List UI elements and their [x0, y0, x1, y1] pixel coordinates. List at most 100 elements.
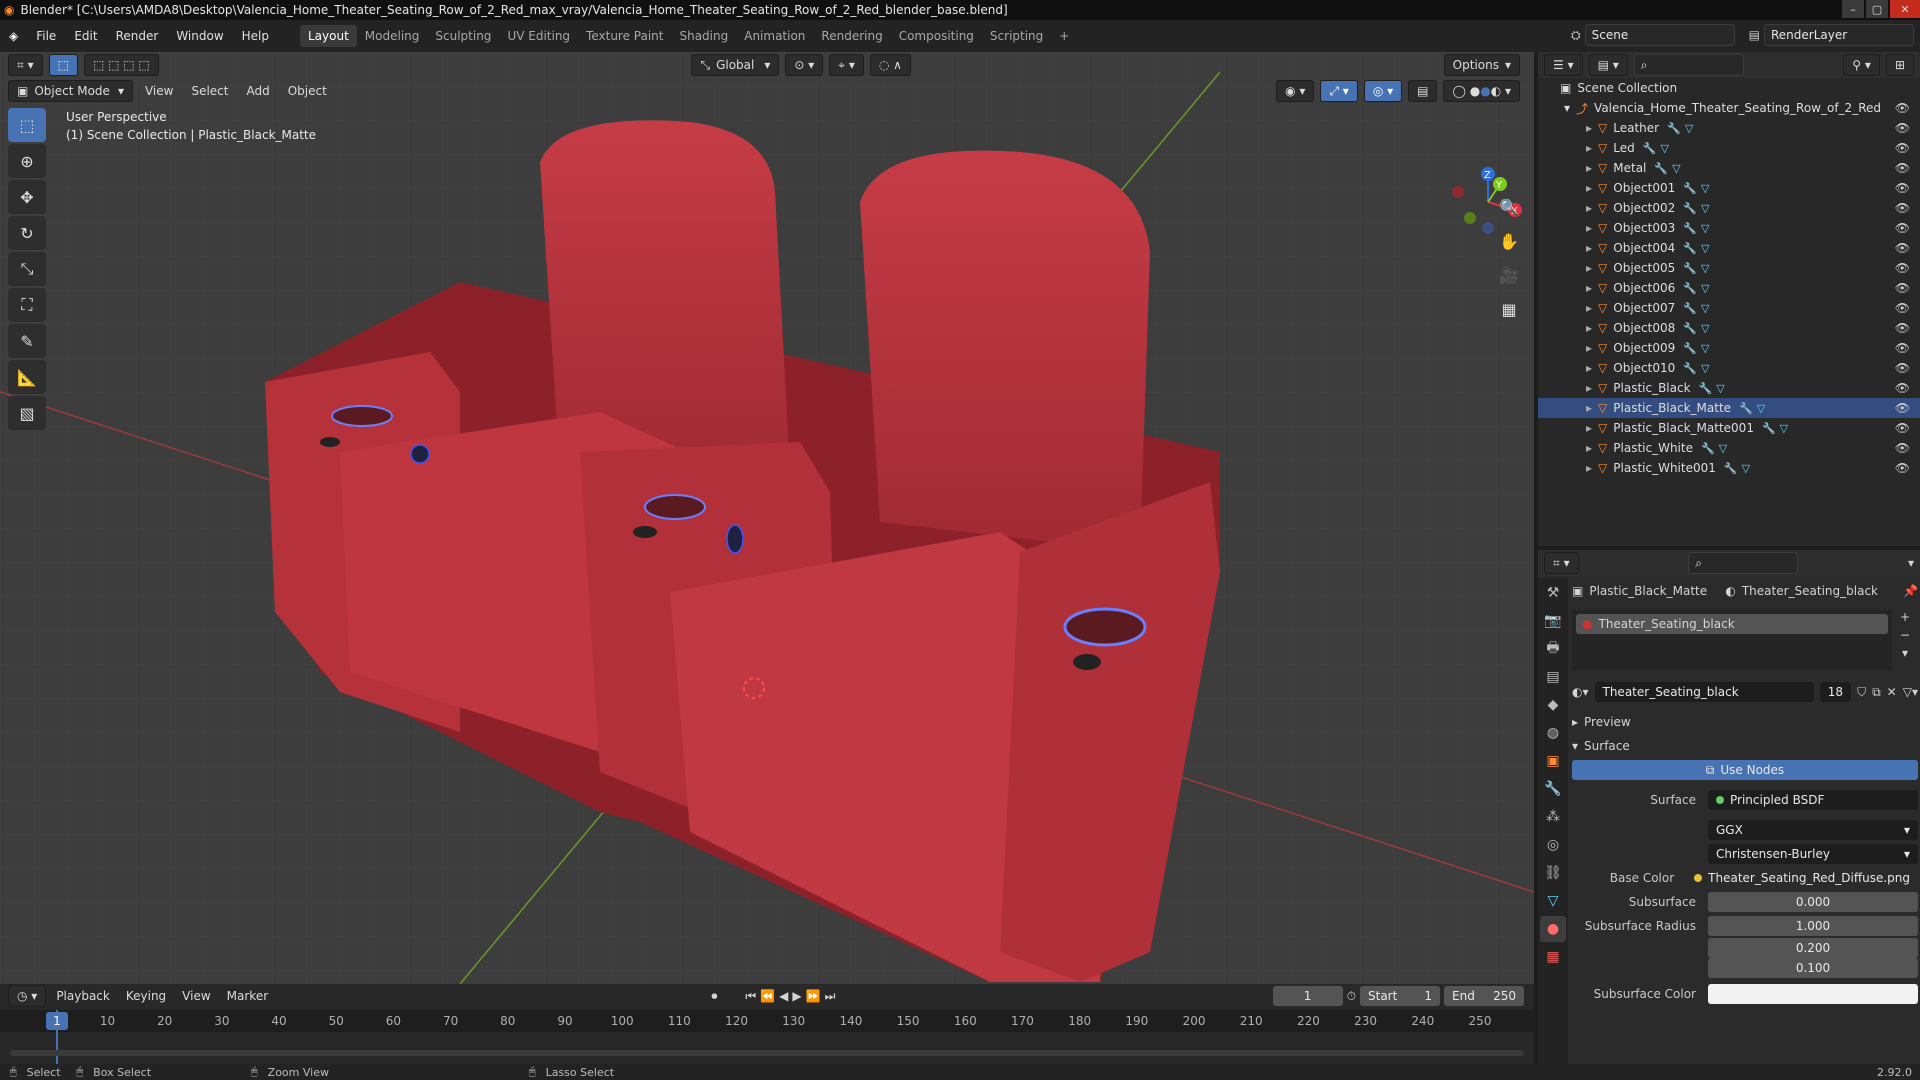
- texture-tab-icon[interactable]: ▦: [1540, 944, 1566, 970]
- visibility-eye-icon[interactable]: 👁: [1895, 301, 1910, 315]
- select-box-tool[interactable]: ⬚: [8, 108, 46, 142]
- render-layer-field[interactable]: RenderLayer: [1764, 24, 1914, 46]
- properties-search[interactable]: ⌕: [1688, 552, 1799, 574]
- minimize-button[interactable]: –: [1842, 0, 1864, 18]
- tab-scripting[interactable]: Scripting: [982, 25, 1051, 47]
- orientation-dropdown[interactable]: ⤡ Global ▾: [691, 54, 780, 76]
- menu-edit[interactable]: Edit: [65, 29, 106, 43]
- mesh-data-icon[interactable]: ▽: [1672, 162, 1680, 175]
- outliner-item[interactable]: ▸ ▽ Plastic_White001 🔧 ▽ 👁: [1538, 458, 1920, 478]
- scene-tab-icon[interactable]: ◆: [1540, 692, 1566, 718]
- mesh-data-icon[interactable]: ▽: [1701, 262, 1709, 275]
- mesh-data-icon[interactable]: ▽: [1701, 342, 1709, 355]
- expand-arrow-icon[interactable]: ▸: [1586, 361, 1592, 375]
- modifier-wrench-icon[interactable]: 🔧: [1643, 142, 1657, 155]
- timeline-ruler[interactable]: 10 20 30 40 50 60 70 80 90 100 110 120 130 140 150 160 1…: [0, 1010, 1534, 1032]
- maximize-button[interactable]: ▢: [1866, 0, 1888, 18]
- expand-arrow-icon[interactable]: ▸: [1586, 141, 1592, 155]
- expand-arrow-icon[interactable]: ▸: [1586, 261, 1592, 275]
- tab-texture-paint[interactable]: Texture Paint: [578, 25, 671, 47]
- mesh-data-icon[interactable]: ▽: [1685, 122, 1693, 135]
- object-tab-icon[interactable]: ▣: [1540, 748, 1566, 774]
- tab-uv-editing[interactable]: UV Editing: [499, 25, 578, 47]
- modifier-wrench-icon[interactable]: 🔧: [1683, 362, 1697, 375]
- modifier-wrench-icon[interactable]: 🔧: [1683, 242, 1697, 255]
- jump-end-icon[interactable]: ⏭: [825, 989, 836, 1004]
- subsurface-method-dropdown[interactable]: Christensen-Burley ▾: [1708, 844, 1918, 864]
- outliner-item[interactable]: ▸ ▽ Object005 🔧 ▽ 👁: [1538, 258, 1920, 278]
- outliner-search[interactable]: ⌕: [1633, 54, 1744, 76]
- pin-icon[interactable]: 📌: [1903, 584, 1918, 598]
- xray-toggle[interactable]: ▤: [1408, 80, 1438, 102]
- material-slot-item[interactable]: ● Theater_Seating_black: [1576, 614, 1888, 634]
- camera-icon[interactable]: 🎥: [1494, 260, 1524, 290]
- mesh-data-icon[interactable]: ▽: [1719, 442, 1727, 455]
- use-nodes-button[interactable]: ⧉ Use Nodes: [1572, 760, 1918, 780]
- expand-arrow-icon[interactable]: ▸: [1586, 381, 1592, 395]
- mesh-data-icon[interactable]: ▽: [1780, 422, 1788, 435]
- ortho-grid-icon[interactable]: ▦: [1494, 294, 1524, 324]
- modifier-tab-icon[interactable]: 🔧: [1540, 776, 1566, 802]
- unlink-icon[interactable]: ✕: [1887, 685, 1897, 699]
- tab-sculpting[interactable]: Sculpting: [427, 25, 499, 47]
- expand-arrow-icon[interactable]: ▸: [1586, 441, 1592, 455]
- expand-arrow-icon[interactable]: ▸: [1586, 461, 1592, 475]
- play-reverse-icon[interactable]: ◀: [779, 989, 788, 1003]
- expand-arrow-icon[interactable]: ▸: [1586, 161, 1592, 175]
- expand-arrow-icon[interactable]: ▸: [1586, 181, 1592, 195]
- slot-menu-button[interactable]: ▾: [1902, 646, 1908, 660]
- modifier-wrench-icon[interactable]: 🔧: [1683, 262, 1697, 275]
- menu-playback[interactable]: Playback: [50, 989, 116, 1003]
- modifier-wrench-icon[interactable]: 🔧: [1683, 302, 1697, 315]
- menu-window[interactable]: Window: [167, 29, 232, 43]
- world-tab-icon[interactable]: ◍: [1540, 720, 1566, 746]
- collection-row[interactable]: ▾ ⤴ Valencia_Home_Theater_Seating_Row_of…: [1538, 98, 1920, 118]
- collapse-icon[interactable]: ▾: [1908, 556, 1914, 570]
- modifier-wrench-icon[interactable]: 🔧: [1762, 422, 1776, 435]
- expand-arrow-icon[interactable]: ▸: [1586, 321, 1592, 335]
- modifier-wrench-icon[interactable]: 🔧: [1683, 282, 1697, 295]
- subsurface-radius-z[interactable]: 0.100: [1708, 958, 1918, 978]
- jump-start-icon[interactable]: ⏮: [745, 989, 756, 1004]
- render-tab-icon[interactable]: 📷: [1540, 608, 1566, 634]
- visibility-eye-icon[interactable]: 👁: [1895, 461, 1910, 475]
- particles-tab-icon[interactable]: ⁂: [1540, 804, 1566, 830]
- selection-modes[interactable]: ⬚ ⬚ ⬚ ⬚: [83, 54, 159, 76]
- pivot-dropdown[interactable]: ⊙ ▾: [785, 54, 824, 76]
- modifier-wrench-icon[interactable]: 🔧: [1683, 322, 1697, 335]
- surface-panel-header[interactable]: ▾ Surface: [1572, 734, 1918, 758]
- modifier-wrench-icon[interactable]: 🔧: [1683, 202, 1697, 215]
- output-tab-icon[interactable]: 🖶: [1540, 636, 1566, 662]
- modifier-wrench-icon[interactable]: 🔧: [1699, 382, 1713, 395]
- visibility-eye-icon[interactable]: 👁: [1895, 161, 1910, 175]
- distribution-dropdown[interactable]: GGX ▾: [1708, 820, 1918, 840]
- visibility-dropdown[interactable]: ◉ ▾: [1276, 80, 1315, 102]
- modifier-wrench-icon[interactable]: 🔧: [1724, 462, 1738, 475]
- duplicate-icon[interactable]: ⧉: [1872, 685, 1881, 700]
- material-tab-icon[interactable]: ●: [1540, 916, 1566, 942]
- timeline-editor-type[interactable]: ◷ ▾: [8, 985, 47, 1007]
- visibility-eye-icon[interactable]: 👁: [1895, 401, 1910, 415]
- display-mode-dropdown[interactable]: ▤ ▾: [1588, 54, 1628, 76]
- modifier-wrench-icon[interactable]: 🔧: [1683, 222, 1697, 235]
- modifier-wrench-icon[interactable]: 🔧: [1654, 162, 1668, 175]
- mesh-data-icon[interactable]: ▽: [1701, 322, 1709, 335]
- menu-timeline-view[interactable]: View: [176, 989, 216, 1003]
- visibility-eye-icon[interactable]: 👁: [1895, 101, 1910, 115]
- expand-arrow-icon[interactable]: ▸: [1586, 301, 1592, 315]
- tab-shading[interactable]: Shading: [671, 25, 736, 47]
- tab-modeling[interactable]: Modeling: [357, 25, 428, 47]
- mesh-data-icon[interactable]: ▽: [1701, 182, 1709, 195]
- modifier-wrench-icon[interactable]: 🔧: [1667, 122, 1681, 135]
- select-mode-button[interactable]: ⬚: [48, 54, 78, 76]
- tab-animation[interactable]: Animation: [736, 25, 813, 47]
- browse-material-icon[interactable]: ◐▾: [1572, 685, 1589, 699]
- visibility-eye-icon[interactable]: 👁: [1895, 221, 1910, 235]
- blender-menu-icon[interactable]: ◈: [0, 29, 27, 43]
- modifier-wrench-icon[interactable]: 🔧: [1683, 182, 1697, 195]
- visibility-eye-icon[interactable]: 👁: [1895, 181, 1910, 195]
- outliner-item[interactable]: ▸ ▽ Object010 🔧 ▽ 👁: [1538, 358, 1920, 378]
- visibility-eye-icon[interactable]: 👁: [1895, 341, 1910, 355]
- preview-range-icon[interactable]: ⏱: [1347, 989, 1356, 1004]
- outliner-item[interactable]: ▸ ▽ Plastic_White 🔧 ▽ 👁: [1538, 438, 1920, 458]
